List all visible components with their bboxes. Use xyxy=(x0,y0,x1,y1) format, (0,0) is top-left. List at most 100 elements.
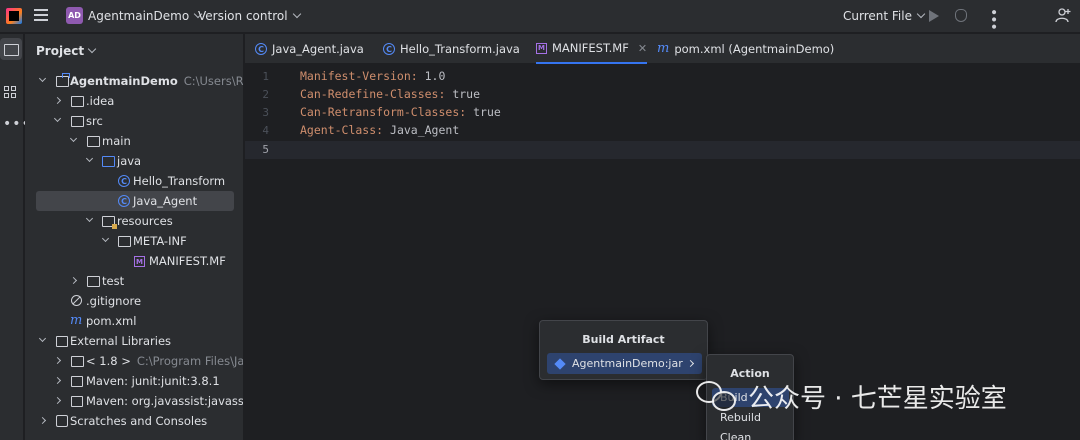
collapse-arrow-icon[interactable] xyxy=(53,376,62,385)
expand-arrow-icon[interactable] xyxy=(69,134,78,143)
java-class-icon: C xyxy=(383,43,395,55)
java-class-icon: C xyxy=(118,195,130,207)
tree-item-pom[interactable]: m pom.xml xyxy=(25,311,243,331)
tree-item-javassist[interactable]: Maven: org.javassist:javassist:3.27 xyxy=(25,391,244,411)
maven-pom-icon: m xyxy=(657,40,670,56)
collapse-arrow-icon[interactable] xyxy=(53,396,62,405)
editor-tab-bar: C Java_Agent.java C Hello_Transform.java… xyxy=(245,34,1080,64)
tree-item-gitignore[interactable]: .gitignore xyxy=(25,291,243,311)
manifest-key: Can-Redefine-Classes: xyxy=(300,87,446,101)
collapse-arrow-icon[interactable] xyxy=(38,416,47,425)
folder-icon xyxy=(118,236,131,247)
expand-arrow-icon[interactable] xyxy=(101,234,110,243)
library-icon xyxy=(56,336,68,347)
tree-item-idea[interactable]: .idea xyxy=(25,91,243,111)
project-tool-icon[interactable] xyxy=(0,38,22,60)
tree-item-label: AgentmainDemo xyxy=(70,74,178,88)
tree-item-label: pom.xml xyxy=(86,314,137,328)
resources-folder-icon xyxy=(102,216,117,229)
maven-library-icon xyxy=(71,396,83,407)
tree-item-label: Scratches and Consoles xyxy=(70,414,208,428)
tab-java-agent[interactable]: C Java_Agent.java xyxy=(255,34,364,64)
tree-item-external-libraries[interactable]: External Libraries xyxy=(25,331,243,351)
tab-hello-transform[interactable]: C Hello_Transform.java xyxy=(383,34,520,64)
tree-item-hello-transform[interactable]: C Hello_Transform xyxy=(25,171,243,191)
artifact-icon xyxy=(554,357,566,370)
tree-item-jdk[interactable]: < 1.8 > C:\Program Files\Java\jdk xyxy=(25,351,243,371)
tab-pom[interactable]: m pom.xml (AgentmainDemo) xyxy=(657,34,834,64)
tree-item-label: Maven: org.javassist:javassist:3.27 xyxy=(86,394,244,408)
structure-tool-icon[interactable] xyxy=(4,86,18,100)
tree-item-label: src xyxy=(86,114,103,128)
tree-item-label: MANIFEST.MF xyxy=(149,254,226,268)
line-number: 3 xyxy=(262,106,269,119)
manifest-key: Can-Retransform-Classes: xyxy=(300,105,467,119)
wechat-logo-icon xyxy=(694,377,740,415)
tree-item-src[interactable]: src xyxy=(25,111,243,131)
vcs-label: Version control xyxy=(198,9,288,23)
chevron-down-icon xyxy=(916,9,926,19)
project-badge[interactable]: AD xyxy=(66,7,83,24)
chevron-down-icon xyxy=(87,44,97,54)
intellij-logo-icon xyxy=(6,8,22,24)
folder-icon xyxy=(87,276,100,287)
line-number: 4 xyxy=(262,124,269,137)
tree-item-scratches[interactable]: Scratches and Consoles xyxy=(25,411,243,431)
tab-label: pom.xml (AgentmainDemo) xyxy=(674,42,835,56)
chevron-down-icon xyxy=(292,9,301,19)
tree-item-junit[interactable]: Maven: junit:junit:3.8.1 xyxy=(25,371,243,391)
source-folder-icon xyxy=(102,156,115,167)
manifest-key: Agent-Class: xyxy=(300,123,384,137)
manifest-value: true xyxy=(445,87,481,101)
gitignore-icon xyxy=(71,295,82,306)
more-actions-icon[interactable]: ••• xyxy=(985,8,1001,30)
manifest-value: true xyxy=(466,105,501,119)
tab-manifest[interactable]: M MANIFEST.MF ✕ xyxy=(536,34,648,64)
tree-item-manifest[interactable]: M MANIFEST.MF xyxy=(25,251,243,271)
code-line: Agent-Class: Java_Agent xyxy=(300,123,459,137)
version-control-menu[interactable]: Version control xyxy=(198,9,301,23)
folder-icon xyxy=(87,136,100,147)
close-tab-icon[interactable]: ✕ xyxy=(638,42,647,55)
current-line-highlight xyxy=(245,141,1080,159)
run-icon[interactable] xyxy=(929,10,939,22)
project-panel-header[interactable]: Project xyxy=(36,44,97,58)
action-clean[interactable]: Clean xyxy=(720,431,751,440)
manifest-file-icon: M xyxy=(536,42,547,54)
tree-item-java[interactable]: java xyxy=(25,151,243,171)
tree-item-label: .gitignore xyxy=(86,294,142,308)
build-artifact-popup: Build Artifact AgentmainDemo:jar xyxy=(539,320,708,380)
module-folder-icon xyxy=(56,73,70,87)
expand-arrow-icon[interactable] xyxy=(53,114,62,123)
collapse-arrow-icon[interactable] xyxy=(53,96,62,105)
add-user-icon[interactable] xyxy=(1055,7,1071,23)
tree-item-label: main xyxy=(102,134,131,148)
main-menu-icon[interactable] xyxy=(34,9,48,21)
watermark-text: 公众号 · 七芒星实验室 xyxy=(748,383,1007,414)
run-config-selector[interactable]: Current File xyxy=(843,9,926,23)
tree-item-main[interactable]: main xyxy=(25,131,243,151)
expand-arrow-icon[interactable] xyxy=(85,214,94,223)
manifest-value: Java_Agent xyxy=(383,123,460,137)
expand-arrow-icon[interactable] xyxy=(85,154,94,163)
line-number: 5 xyxy=(262,143,269,156)
tree-item-test[interactable]: test xyxy=(25,271,243,291)
artifact-item-agentmaindemo-jar[interactable]: AgentmainDemo:jar xyxy=(547,353,702,374)
scratches-icon xyxy=(56,415,68,427)
tree-item-meta-inf[interactable]: META-INF xyxy=(25,231,243,251)
line-number: 2 xyxy=(262,88,269,101)
tree-item-agentmaindemo[interactable]: AgentmainDemo C:\Users\RedTear xyxy=(25,71,243,91)
debug-icon[interactable] xyxy=(955,9,967,22)
tree-item-java-agent[interactable]: C Java_Agent xyxy=(25,191,243,211)
code-line: Can-Retransform-Classes: true xyxy=(300,105,501,119)
run-config-label: Current File xyxy=(843,9,912,23)
tree-item-label: Maven: junit:junit:3.8.1 xyxy=(86,374,220,388)
tree-item-label: < 1.8 > xyxy=(86,354,131,368)
expand-arrow-icon[interactable] xyxy=(38,74,47,83)
collapse-arrow-icon[interactable] xyxy=(69,276,78,285)
collapse-arrow-icon[interactable] xyxy=(53,356,62,365)
manifest-file-icon: M xyxy=(134,256,145,267)
expand-arrow-icon[interactable] xyxy=(38,334,47,343)
project-switcher[interactable]: AgentmainDemo xyxy=(88,9,203,23)
tree-item-resources[interactable]: resources xyxy=(25,211,243,231)
